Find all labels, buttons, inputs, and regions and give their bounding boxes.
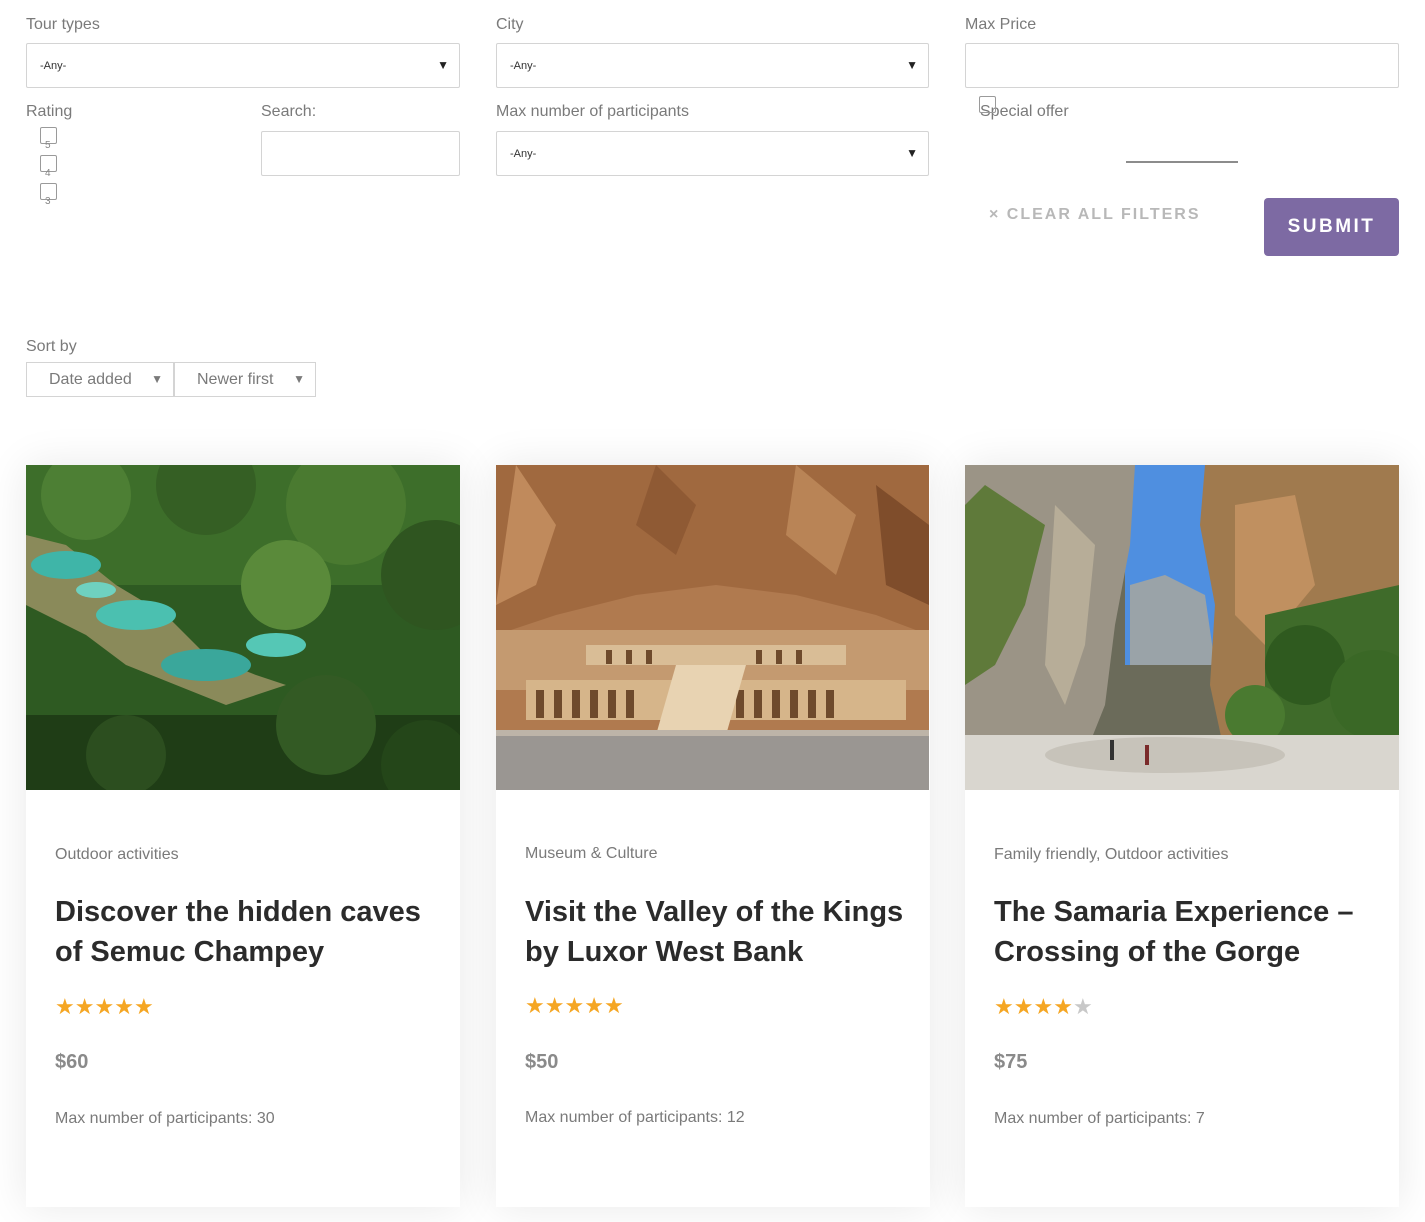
- rating-label: Rating: [26, 103, 73, 120]
- star-filled-icon: ★: [584, 993, 604, 1018]
- city-select[interactable]: -Any- ▼: [496, 43, 929, 88]
- max-price-label: Max Price: [965, 16, 1037, 33]
- sort-field-value: Date added: [49, 371, 132, 388]
- tour-types-value: -Any-: [40, 60, 67, 72]
- tour-types-select[interactable]: -Any- ▼: [26, 43, 460, 88]
- price-slider[interactable]: [1126, 161, 1238, 163]
- sort-field-select[interactable]: Date added ▼: [26, 362, 174, 397]
- submit-button[interactable]: SUBMIT: [1264, 198, 1399, 256]
- tour-image[interactable]: [965, 465, 1399, 790]
- star-filled-icon: ★: [74, 994, 95, 1019]
- tour-max-participants: Max number of participants: 12: [525, 1109, 745, 1126]
- star-filled-icon: ★: [94, 994, 115, 1019]
- star-filled-icon: ★: [544, 993, 565, 1018]
- tour-image[interactable]: [496, 465, 930, 790]
- tour-card[interactable]: Family friendly, Outdoor activities The …: [965, 465, 1399, 1207]
- sort-by-label: Sort by: [26, 338, 77, 355]
- max-price-input[interactable]: [965, 43, 1399, 88]
- rating-5-label: 5: [45, 140, 51, 151]
- tour-max-participants: Max number of participants: 7: [994, 1110, 1205, 1127]
- tour-card[interactable]: Museum & Culture Visit the Valley of the…: [496, 465, 930, 1207]
- tour-title[interactable]: Discover the hidden caves of Semuc Champ…: [55, 892, 445, 972]
- star-filled-icon: ★: [1033, 994, 1054, 1019]
- rating-4-label: 4: [45, 168, 51, 179]
- chevron-down-icon: ▼: [151, 372, 163, 386]
- star-filled-icon: ★: [1053, 994, 1073, 1019]
- rating-3-label: 3: [45, 196, 51, 207]
- star-filled-icon: ★: [994, 994, 1014, 1019]
- tour-category[interactable]: Family friendly, Outdoor activities: [994, 846, 1228, 864]
- tour-price: $50: [525, 1051, 559, 1073]
- gorge-photo: [965, 465, 1399, 790]
- chevron-down-icon: ▼: [906, 146, 918, 160]
- special-offer-checkbox[interactable]: [979, 96, 996, 113]
- chevron-down-icon: ▼: [293, 372, 305, 386]
- rating-stars: ★★★★★: [994, 996, 1093, 1018]
- tour-category[interactable]: Museum & Culture: [525, 845, 658, 863]
- star-empty-icon: ★: [1072, 994, 1093, 1019]
- rating-stars: ★★★★★: [525, 995, 624, 1017]
- tour-title[interactable]: The Samaria Experience – Crossing of the…: [994, 892, 1384, 972]
- search-label: Search:: [261, 103, 317, 120]
- tour-price: $75: [994, 1051, 1028, 1073]
- chevron-down-icon: ▼: [906, 58, 918, 72]
- max-participants-value: -Any-: [510, 148, 537, 160]
- clear-all-filters-link[interactable]: × CLEAR ALL FILTERS: [989, 206, 1200, 224]
- sort-order-value: Newer first: [197, 371, 274, 388]
- tour-price: $60: [55, 1051, 89, 1073]
- tour-types-label: Tour types: [26, 16, 100, 33]
- max-participants-select[interactable]: -Any- ▼: [496, 131, 929, 176]
- tour-category[interactable]: Outdoor activities: [55, 846, 179, 864]
- star-filled-icon: ★: [603, 993, 624, 1018]
- star-filled-icon: ★: [525, 993, 545, 1018]
- city-label: City: [496, 16, 524, 33]
- city-value: -Any-: [510, 60, 537, 72]
- temple-photo: [496, 465, 929, 790]
- rating-stars: ★★★★★: [55, 996, 154, 1018]
- star-filled-icon: ★: [1013, 994, 1034, 1019]
- sort-order-select[interactable]: Newer first ▼: [174, 362, 316, 397]
- jungle-pools-photo: [26, 465, 460, 790]
- tour-title[interactable]: Visit the Valley of the Kings by Luxor W…: [525, 892, 915, 972]
- search-input[interactable]: [261, 131, 460, 176]
- star-filled-icon: ★: [564, 993, 585, 1018]
- tour-card[interactable]: Outdoor activities Discover the hidden c…: [26, 465, 460, 1207]
- star-filled-icon: ★: [114, 994, 134, 1019]
- tour-image[interactable]: [26, 465, 460, 790]
- chevron-down-icon: ▼: [437, 58, 449, 72]
- max-participants-label: Max number of participants: [496, 103, 689, 120]
- star-filled-icon: ★: [133, 994, 154, 1019]
- star-filled-icon: ★: [55, 994, 75, 1019]
- tour-max-participants: Max number of participants: 30: [55, 1110, 275, 1127]
